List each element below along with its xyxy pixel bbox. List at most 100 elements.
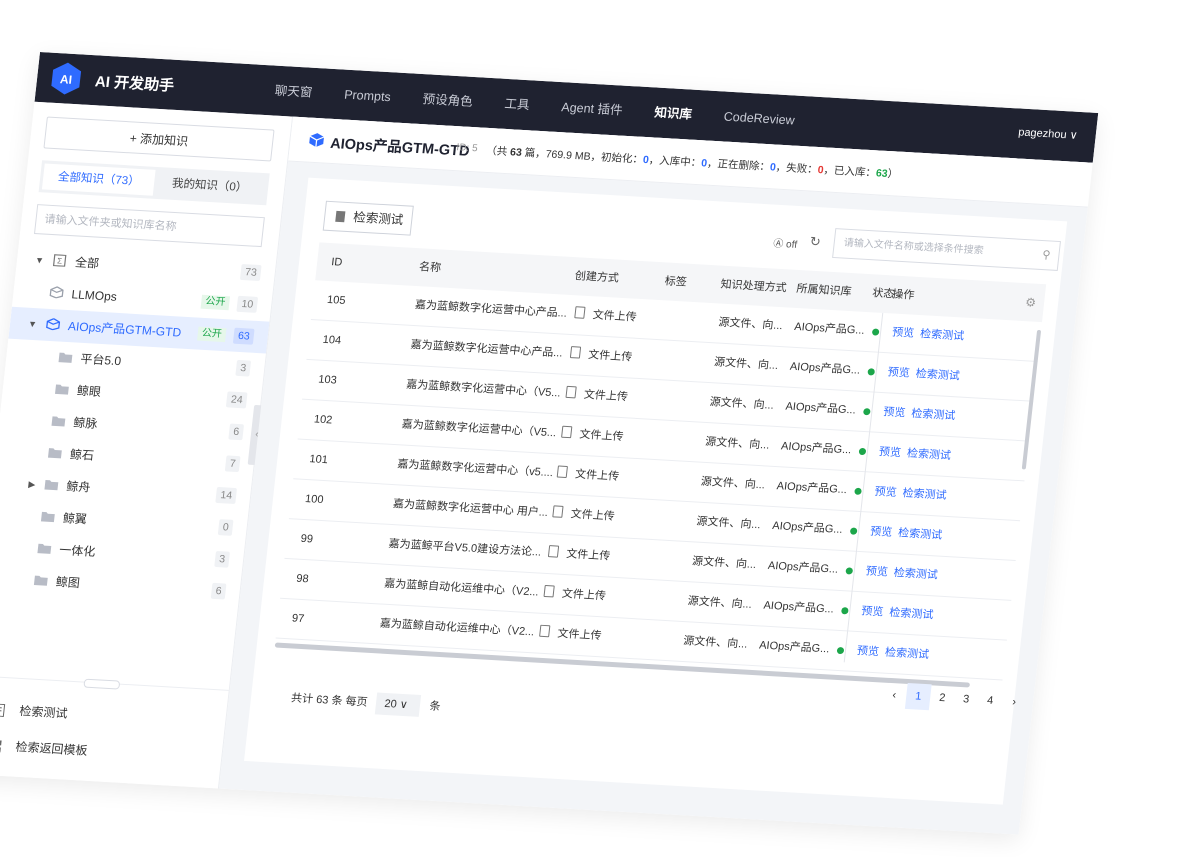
box-icon [46, 318, 61, 331]
cell-process: 源文件、向... [717, 316, 784, 333]
column-header[interactable]: 名称 [417, 248, 443, 287]
folder-icon [54, 384, 69, 395]
retrieval-test-link[interactable]: 检索测试 [905, 435, 953, 476]
box-icon [309, 133, 325, 148]
cell-kb: AIOps产品G... [776, 480, 848, 497]
pagination-total: 共计 63 条 每页 20 ∨ 条 [290, 688, 442, 719]
cell-kb: AIOps产品G... [780, 440, 852, 457]
main-content: AIOps产品GTM-GTD ID: 5 （共 63 篇，769.9 MB，初始… [218, 116, 1093, 835]
kb-stats: （共 63 篇，769.9 MB，初始化：0，入库中：0，正在删除：0，失败：0… [485, 143, 899, 182]
preview-link[interactable]: 预览 [855, 632, 881, 672]
public-badge: 公开 [200, 294, 231, 311]
refresh-icon[interactable]: ↻ [809, 234, 822, 251]
nav-item[interactable]: 预设角色 [404, 73, 491, 127]
nav-item[interactable]: Agent 插件 [543, 81, 641, 136]
folder-search-input[interactable]: 请输入文件夹或知识库名称 [33, 204, 265, 248]
page-1-button[interactable]: 1 [904, 682, 932, 711]
caret-down-icon[interactable]: ▼ [33, 244, 45, 276]
ai-logo-icon[interactable]: AI [47, 61, 85, 97]
cell-method: 文件上传 [564, 375, 630, 417]
nav-item[interactable]: Prompts [326, 69, 410, 123]
retrieval-test-link[interactable]: 检索测试 [918, 315, 966, 356]
retrieval-test-link[interactable]: 检索测试 [896, 514, 944, 555]
column-header[interactable]: 知识处理方式 [719, 266, 789, 308]
retrieval-test-link[interactable]: 检索测试 [892, 554, 940, 595]
retrieval-test-link[interactable]: 检索测试 [883, 634, 931, 675]
preview-link[interactable]: 预览 [881, 393, 907, 433]
count-badge: 6 [228, 423, 245, 441]
nav-item[interactable]: 聊天窗 [256, 65, 331, 119]
next-page-button[interactable]: › [1001, 689, 1028, 716]
retrieval-test-link[interactable]: 检索测试 [900, 474, 948, 515]
retrieval-test-button[interactable]: 检索测试 [322, 200, 414, 236]
template-icon [0, 740, 2, 753]
preview-link[interactable]: 预览 [872, 473, 898, 513]
stats-done-label: ，已入库： [822, 164, 877, 180]
cell-kb: AIOps产品G... [758, 639, 830, 656]
nav-item[interactable]: CodeReview [705, 91, 813, 147]
column-header[interactable]: 创建方式 [573, 257, 621, 297]
gear-icon[interactable]: ⚙ [1023, 283, 1038, 321]
caret-right-icon[interactable]: ▶ [27, 468, 37, 500]
cell-kb: AIOps产品G... [793, 320, 866, 337]
status-dot [867, 368, 876, 376]
user-menu[interactable]: pagezhou ∨ [1018, 125, 1079, 141]
tab-my-knowledge[interactable]: 我的知识（0） [153, 170, 267, 202]
all-icon: Σ [52, 254, 67, 267]
logo-text: AI [59, 72, 73, 87]
pagination: ‹ 1 2 3 4 › [881, 682, 1028, 718]
page-size-select[interactable]: 20 ∨ [375, 692, 422, 717]
retrieval-test-link[interactable]: 检索测试 [887, 594, 935, 635]
cell-method: 文件上传 [537, 614, 603, 656]
preview-link[interactable]: 预览 [890, 314, 916, 354]
knowledge-tree: ▼ Σ 全部 73 LLMOps 公开 10 ▼ AIOps产品GTM-GTD 公开 63 平台5.0… [0, 243, 276, 608]
cell-method: 文件上传 [568, 335, 634, 377]
preview-link[interactable]: 预览 [868, 513, 894, 553]
preview-link[interactable]: 预览 [859, 592, 885, 632]
public-badge: 公开 [197, 326, 227, 343]
file-icon [556, 465, 568, 479]
count-badge: 7 [224, 455, 241, 473]
caret-down-icon[interactable]: ▼ [26, 308, 38, 340]
file-search-input[interactable]: 请输入文件名称或选择条件搜索 ⚲ [832, 228, 1061, 271]
preview-link[interactable]: 预览 [877, 433, 903, 473]
ai-toggle[interactable]: Ⓐ off [773, 235, 798, 251]
tree-item-label: 鲸石 [69, 447, 95, 463]
page-3-button[interactable]: 3 [953, 686, 980, 713]
document-card: 检索测试 Ⓐ off ↻ 请输入文件名称或选择条件搜索 ⚲ ⚙ ID 名称 创建方式… [244, 177, 1068, 805]
cell-process: 源文件、向... [687, 595, 753, 611]
app-window: AI AI 开发助手 聊天窗 Prompts 预设角色 工具 Agent 插件 知识库 Co… [0, 52, 1099, 835]
preview-link[interactable]: 预览 [886, 353, 912, 393]
prev-page-button[interactable]: ‹ [881, 682, 908, 709]
retrieval-test-link[interactable]: 检索测试 [914, 355, 962, 396]
file-icon [543, 584, 555, 598]
count-badge: 14 [215, 486, 238, 504]
total-text: 共计 63 条 [290, 692, 344, 708]
file-icon [561, 425, 573, 439]
cell-name[interactable]: 嘉为蓝鲸自动化运维中心（V2... [378, 605, 537, 653]
count-badge: 3 [214, 550, 230, 568]
tree-item-label: 一体化 [58, 542, 97, 559]
column-header[interactable]: 所属知识库 [794, 270, 853, 311]
column-header[interactable]: 标签 [663, 262, 689, 301]
preview-link[interactable]: 预览 [864, 552, 890, 592]
tree-item-label: 平台5.0 [79, 351, 122, 369]
cell-method-label: 文件上传 [561, 587, 607, 603]
tab-all-knowledge[interactable]: 全部知识（73） [41, 163, 156, 196]
count-badge: 24 [226, 391, 248, 409]
nav-item[interactable]: 知识库 [636, 87, 711, 141]
page-2-button[interactable]: 2 [929, 684, 956, 711]
page-4-button[interactable]: 4 [977, 687, 1004, 714]
cell-method: 文件上传 [542, 574, 608, 616]
table-body: 105 嘉为蓝鲸数字化运营中心产品... 文件上传 源文件、向... AIOps产品G.… [275, 280, 1043, 681]
count-badge: 10 [236, 295, 259, 313]
column-header[interactable]: ID [329, 243, 344, 281]
status-dot [836, 646, 845, 655]
file-icon [539, 624, 551, 638]
nav-item[interactable]: 工具 [486, 78, 548, 131]
cell-kb: AIOps产品G... [767, 559, 839, 576]
retrieval-test-link[interactable]: 检索测试 [909, 395, 957, 436]
add-knowledge-button[interactable]: + 添加知识 [43, 116, 275, 162]
knowledge-tabs: 全部知识（73） 我的知识（0） [38, 160, 270, 206]
folder-icon [47, 448, 62, 459]
